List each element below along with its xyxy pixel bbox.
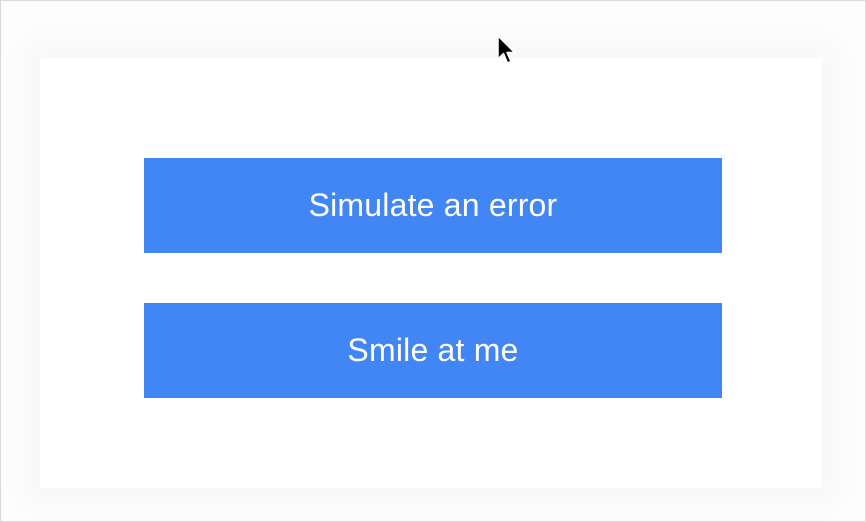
- arrow-cursor-icon: [497, 35, 516, 64]
- simulate-error-button[interactable]: Simulate an error: [144, 158, 722, 253]
- content-card: [40, 58, 822, 488]
- smile-at-me-label: Smile at me: [347, 332, 519, 368]
- smile-at-me-button[interactable]: Smile at me: [144, 303, 722, 398]
- simulate-error-label: Simulate an error: [308, 187, 558, 223]
